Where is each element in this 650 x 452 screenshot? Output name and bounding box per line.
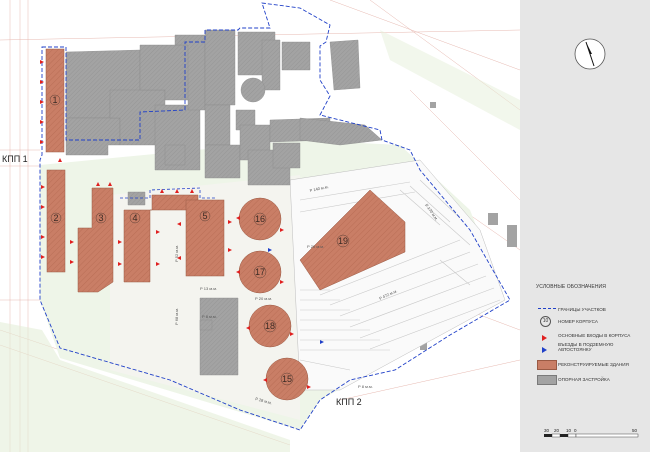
- legend-item-existing: ОПОРНАЯ ЗАСТРОЙКА: [536, 374, 648, 385]
- site-plan-map: 1 2 3 4 5 15 16 17 18 19 Р 140 м.м. Р 17…: [0, 0, 520, 452]
- road-label-r4: Р 20 м.м.: [307, 244, 324, 249]
- legend-text-number: НОМЕР КОРПУСА: [558, 318, 598, 324]
- building-number-18: 18: [265, 321, 275, 331]
- legend-text-reconstructed: РЕКОНСТРУИРУЕМЫЕ ЗДАНИЯ: [558, 361, 629, 367]
- gate-kpp-1: КПП 1: [2, 154, 28, 164]
- building-number-3: 3: [98, 213, 103, 223]
- road-label-r8: Р 68 м.м.: [174, 308, 179, 325]
- legend-item-boundary: ГРАНИЦЫ УЧАСТКОВ: [536, 304, 648, 314]
- building-number-2: 2: [53, 213, 58, 223]
- building-number-19: 19: [338, 236, 348, 246]
- legend-text-entrance: ОСНОВНЫЕ ВХОДЫ В КОРПУСА: [558, 332, 631, 338]
- building-number-16: 16: [255, 214, 265, 224]
- building-number-5: 5: [202, 211, 207, 221]
- road-label-r5: Р 20 м.м.: [255, 296, 272, 301]
- road-label-r9: Р 8 м.м.: [202, 314, 217, 319]
- building-number-17: 17: [255, 267, 265, 277]
- north-arrow: [574, 38, 606, 70]
- entrance-marker-swatch: [536, 330, 558, 341]
- legend-item-entrance: ОСНОВНЫЕ ВХОДЫ В КОРПУСА: [536, 330, 648, 341]
- ramp-marker-swatch: [536, 342, 558, 353]
- boundary-line-swatch: [536, 304, 558, 314]
- reconstructed-swatch: [536, 359, 558, 370]
- building-number-4: 4: [132, 213, 137, 223]
- number-marker-swatch: 10: [536, 316, 558, 327]
- road-label-r11: Р 8 м.м.: [358, 384, 373, 389]
- gate-kpp-2: КПП 2: [336, 397, 362, 407]
- scale-tick-10: 10: [566, 428, 572, 433]
- building-number-1: 1: [52, 95, 57, 105]
- scale-tick-0: 0: [574, 428, 577, 433]
- existing-swatch: [536, 374, 558, 385]
- legend-text-ramp: ВЪЕЗДЫ В ПОДЗЕМНУЮ АВТОСТОЯНКУ: [558, 342, 614, 352]
- legend-text-existing: ОПОРНАЯ ЗАСТРОЙКА: [558, 376, 610, 382]
- legend-title: УСЛОВНЫЕ ОБОЗНАЧЕНИЯ: [536, 284, 606, 290]
- road-label-r7: Р 52 м.м.: [174, 245, 179, 262]
- scale-bar: 30 20 10 0 50: [544, 428, 639, 438]
- site-plan-stage: 1 2 3 4 5 15 16 17 18 19 Р 140 м.м. Р 17…: [0, 0, 650, 452]
- legend-text-boundary: ГРАНИЦЫ УЧАСТКОВ: [558, 306, 606, 312]
- number-marker-text: 10: [540, 316, 551, 327]
- legend-item-reconstructed: РЕКОНСТРУИРУЕМЫЕ ЗДАНИЯ: [536, 359, 648, 370]
- scale-tick-30: 30: [544, 428, 550, 433]
- scale-tick-50: 50: [632, 428, 638, 433]
- legend-item-ramp: ВЪЕЗДЫ В ПОДЗЕМНУЮ АВТОСТОЯНКУ: [536, 342, 648, 353]
- existing-rotunda: [240, 77, 266, 103]
- road-label-r6: Р 13 м.м.: [200, 286, 217, 291]
- scale-tick-20: 20: [554, 428, 560, 433]
- legend-item-number: 10 НОМЕР КОРПУСА: [536, 316, 648, 327]
- building-number-15: 15: [282, 374, 292, 384]
